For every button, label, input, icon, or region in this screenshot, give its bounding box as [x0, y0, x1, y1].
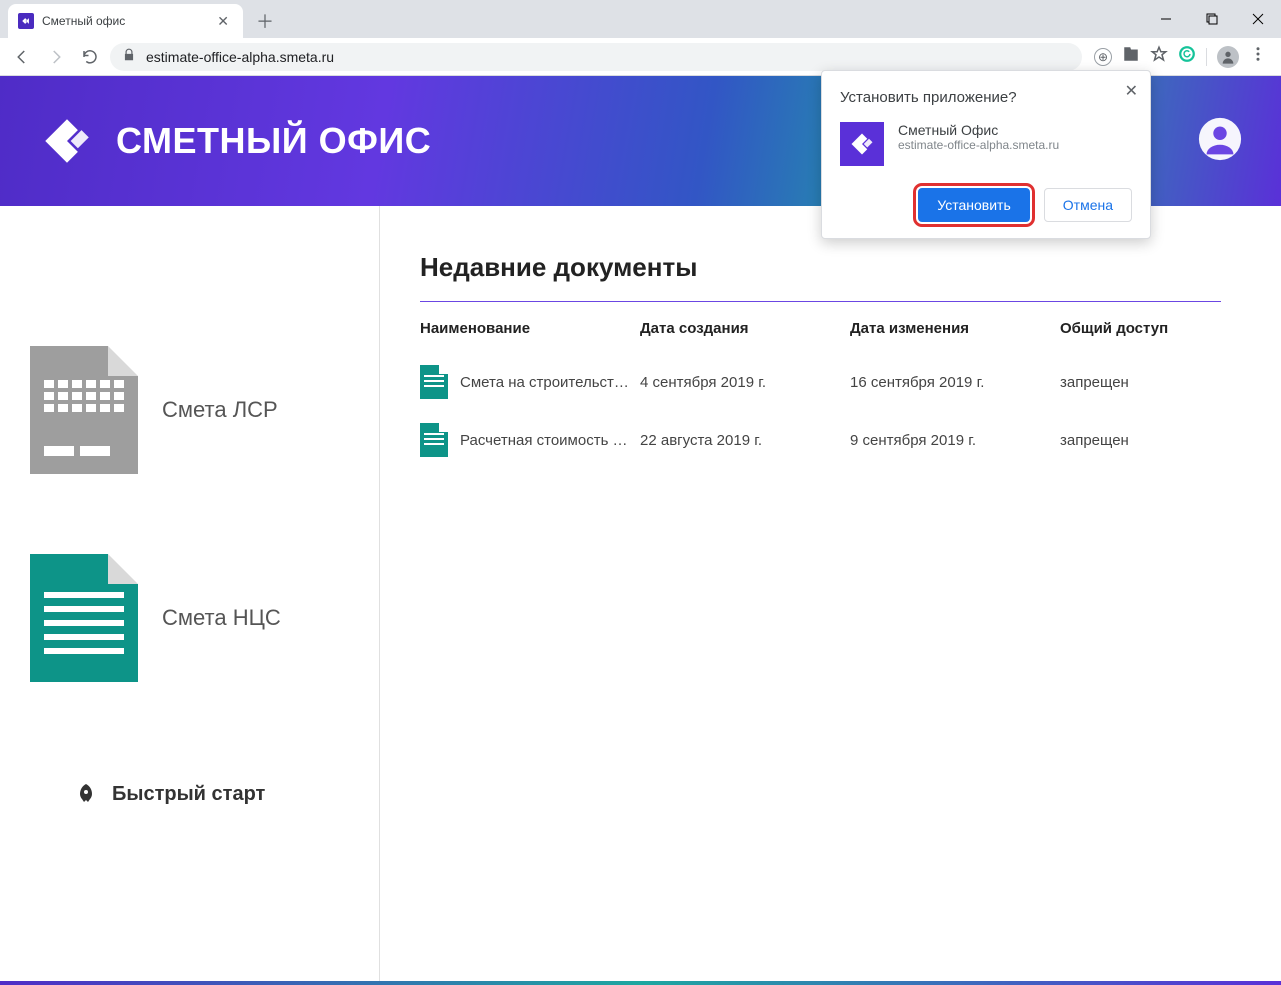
smeta-ncs-icon: [30, 554, 138, 682]
nav-forward-button[interactable]: [42, 43, 70, 71]
row-created: 22 августа 2019 г.: [640, 432, 850, 449]
sidebar: Смета ЛСР Смета НЦС Быстрый старт: [0, 206, 380, 981]
sidebar-item-label: Смета НЦС: [162, 605, 281, 631]
col-access: Общий доступ: [1060, 320, 1221, 337]
section-divider: [420, 301, 1221, 302]
sidebar-item-smeta-lsr[interactable]: Смета ЛСР: [30, 346, 278, 474]
nav-back-button[interactable]: [8, 43, 36, 71]
tab-close-icon[interactable]: ✕: [213, 13, 233, 30]
smeta-lsr-icon: [30, 346, 138, 474]
bookmark-star-icon[interactable]: [1150, 45, 1168, 68]
popover-app-icon: [840, 122, 884, 166]
rocket-icon: [74, 782, 98, 806]
row-name-cell: Смета на строительст…: [420, 365, 640, 399]
col-modified: Дата изменения: [850, 320, 1060, 337]
col-name: Наименование: [420, 320, 640, 337]
section-title: Недавние документы: [420, 252, 1221, 283]
row-modified: 16 сентября 2019 г.: [850, 374, 1060, 391]
address-bar[interactable]: estimate-office-alpha.smeta.ru: [110, 43, 1082, 71]
install-button[interactable]: Установить: [918, 188, 1029, 222]
install-button-label: Установить: [937, 197, 1010, 213]
profile-avatar-icon[interactable]: [1217, 46, 1239, 68]
header-user[interactable]: [1197, 116, 1243, 167]
app-logo[interactable]: СМЕТНЫЙ ОФИС: [38, 112, 431, 170]
popover-app-url: estimate-office-alpha.smeta.ru: [898, 138, 1059, 152]
window-minimize-button[interactable]: [1143, 0, 1189, 38]
url-text: estimate-office-alpha.smeta.ru: [146, 49, 334, 65]
quick-start-link[interactable]: Быстрый старт: [30, 782, 265, 806]
browser-tab[interactable]: Сметный офис ✕: [8, 4, 243, 38]
nav-reload-button[interactable]: [76, 43, 104, 71]
window-maximize-button[interactable]: [1189, 0, 1235, 38]
new-tab-button[interactable]: ＋: [251, 7, 279, 35]
quick-start-label: Быстрый старт: [112, 783, 265, 806]
toolbar-separator: [1206, 48, 1207, 66]
window-controls: [1143, 0, 1281, 38]
translate-icon[interactable]: [1122, 45, 1140, 68]
window-close-button[interactable]: [1235, 0, 1281, 38]
toolbar-extensions: ⊕: [1088, 45, 1273, 68]
popover-title: Установить приложение?: [840, 89, 1132, 106]
cancel-button-label: Отмена: [1063, 197, 1113, 213]
grammarly-icon[interactable]: [1178, 45, 1196, 68]
table-row[interactable]: Смета на строительст… 4 сентября 2019 г.…: [420, 353, 1221, 411]
main-content: Недавние документы Наименование Дата соз…: [380, 206, 1281, 981]
kebab-menu-icon[interactable]: [1249, 45, 1267, 68]
popover-app-info: Сметный Офис estimate-office-alpha.smeta…: [840, 122, 1132, 166]
sidebar-item-label: Смета ЛСР: [162, 397, 278, 423]
tab-favicon-icon: [18, 13, 34, 29]
document-name: Смета на строительст…: [460, 374, 629, 391]
popover-actions: Установить Отмена: [840, 188, 1132, 222]
browser-tab-strip: Сметный офис ✕ ＋: [0, 0, 1281, 38]
app-title: СМЕТНЫЙ ОФИС: [116, 120, 431, 162]
footer-accent: [0, 981, 1281, 985]
lock-icon: [122, 48, 136, 65]
row-modified: 9 сентября 2019 г.: [850, 432, 1060, 449]
tab-title: Сметный офис: [42, 14, 213, 28]
col-created: Дата создания: [640, 320, 850, 337]
row-access: запрещен: [1060, 374, 1221, 391]
install-app-icon[interactable]: ⊕: [1094, 48, 1112, 66]
install-app-popover: ✕ Установить приложение? Сметный Офис es…: [821, 70, 1151, 239]
cancel-button[interactable]: Отмена: [1044, 188, 1132, 222]
row-name-cell: Расчетная стоимость …: [420, 423, 640, 457]
row-created: 4 сентября 2019 г.: [640, 374, 850, 391]
table-header-row: Наименование Дата создания Дата изменени…: [420, 320, 1221, 353]
row-access: запрещен: [1060, 432, 1221, 449]
popover-close-icon[interactable]: ✕: [1125, 81, 1138, 101]
user-avatar-icon: [1197, 116, 1243, 162]
document-icon: [420, 365, 448, 399]
document-name: Расчетная стоимость …: [460, 432, 628, 449]
sidebar-item-smeta-ncs[interactable]: Смета НЦС: [30, 554, 281, 682]
app-logo-icon: [38, 112, 96, 170]
table-row[interactable]: Расчетная стоимость … 22 августа 2019 г.…: [420, 411, 1221, 469]
popover-app-name: Сметный Офис: [898, 122, 1059, 138]
document-icon: [420, 423, 448, 457]
documents-table: Наименование Дата создания Дата изменени…: [420, 320, 1221, 469]
